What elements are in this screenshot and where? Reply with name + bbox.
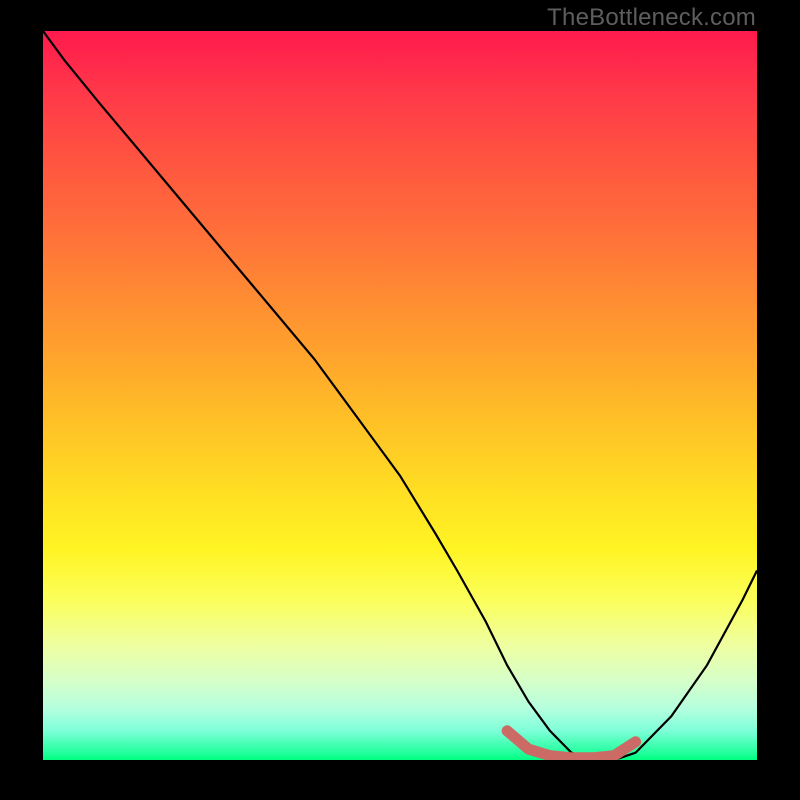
plot-area	[43, 31, 757, 760]
bottleneck-curve-path	[43, 31, 757, 760]
bottleneck-curve-svg	[43, 31, 757, 760]
highlight-segment-path	[507, 731, 635, 758]
chart-frame: TheBottleneck.com	[0, 0, 800, 800]
watermark-text: TheBottleneck.com	[547, 4, 756, 32]
